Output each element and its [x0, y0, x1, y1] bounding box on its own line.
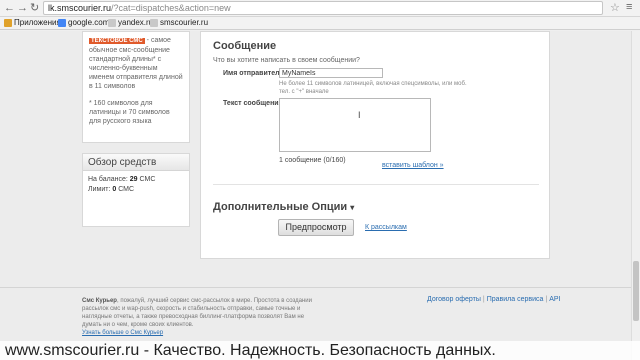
- sender-input[interactable]: [279, 68, 383, 78]
- promo-box: ТЕКСТОВОЕ СМС - самое обычное смс-сообще…: [82, 31, 190, 143]
- back-icon[interactable]: ←: [4, 1, 15, 15]
- apps-icon: [4, 19, 12, 27]
- forward-icon[interactable]: →: [17, 1, 28, 15]
- page-content: ТЕКСТОВОЕ СМС - самое обычное смс-сообще…: [0, 31, 640, 360]
- bookmark-apps[interactable]: Приложения: [4, 17, 61, 29]
- bookmark-star-icon[interactable]: ☆: [610, 1, 620, 14]
- bookmark-smscourier[interactable]: smscourier.ru: [150, 17, 208, 29]
- url-host: lk.smscourier.ru: [48, 3, 112, 13]
- learn-more-link[interactable]: Узнать больше о Смс Курьер: [82, 330, 163, 336]
- sender-label: Имя отправителя: [223, 70, 284, 77]
- message-counter: 1 сообщение (0/160): [279, 157, 346, 164]
- bookmark-yandex[interactable]: yandex.ru: [108, 17, 153, 29]
- url-field[interactable]: lk.smscourier.ru/?cat=dispatches&action=…: [43, 1, 603, 15]
- limit-row: Лимит: 0 СМС: [88, 186, 135, 193]
- options-heading: Дополнительные Опции: [213, 201, 348, 213]
- text-label: Текст сообщения: [223, 100, 283, 107]
- bookmarks-bar: Приложения google.com yandex.ru smscouri…: [0, 17, 640, 30]
- promo-text: - самое обычное смс-сообщение стандартно…: [89, 37, 183, 90]
- address-bar-row: ← → ↻ lk.smscourier.ru/?cat=dispatches&a…: [0, 0, 640, 17]
- page-icon: [108, 19, 116, 27]
- service-rules-link[interactable]: Правила сервиса: [487, 296, 544, 303]
- back-to-dispatches-link[interactable]: К рассылкам: [365, 224, 407, 231]
- footer-links: Договор оферты | Правила сервиса | API: [427, 296, 561, 303]
- options-toggle[interactable]: Дополнительные Опции ▾: [213, 201, 354, 213]
- limit-value: 0: [112, 186, 117, 193]
- offer-agreement-link[interactable]: Договор оферты: [427, 296, 481, 303]
- divider: [213, 184, 539, 185]
- sms-type-badge: ТЕКСТОВОЕ СМС: [89, 38, 145, 44]
- message-textarea[interactable]: [279, 98, 431, 152]
- message-question: Что вы хотите написать в своем сообщении…: [213, 57, 360, 64]
- chevron-down-icon: ▾: [350, 203, 355, 212]
- promo-note: * 160 символов для латиницы и 70 символо…: [89, 100, 170, 125]
- insert-template-link[interactable]: вставить шаблон »: [382, 162, 444, 169]
- footer-divider: [0, 287, 640, 288]
- api-link[interactable]: API: [549, 296, 560, 303]
- funds-title: Обзор средств: [83, 154, 189, 171]
- balance-value: 29: [129, 176, 138, 183]
- url-path: /?cat=dispatches&action=new: [111, 3, 231, 13]
- footer-about: Смс Курьер, пожалуй, лучший сервис смс-р…: [82, 298, 312, 336]
- message-form: Сообщение Что вы хотите написать в своем…: [200, 31, 550, 259]
- scrollbar-thumb[interactable]: [633, 261, 639, 321]
- balance-row: На балансе: 29 СМС: [88, 176, 156, 183]
- preview-button[interactable]: Предпросмотр: [278, 219, 354, 236]
- message-heading: Сообщение: [213, 40, 277, 52]
- sender-hint: Не более 11 символов латиницей, включая …: [279, 81, 467, 95]
- scrollbar[interactable]: [631, 31, 640, 360]
- reload-icon[interactable]: ↻: [30, 1, 39, 15]
- menu-icon[interactable]: ≡: [626, 1, 632, 13]
- funds-panel: Обзор средств На балансе: 29 СМС Лимит: …: [82, 153, 190, 227]
- bookmark-google[interactable]: google.com: [58, 17, 109, 29]
- page-icon: [150, 19, 158, 27]
- caption-overlay: www.smscourier.ru - Качество. Надежность…: [0, 341, 640, 360]
- google-icon: [58, 19, 66, 27]
- text-cursor-icon: I: [358, 110, 361, 120]
